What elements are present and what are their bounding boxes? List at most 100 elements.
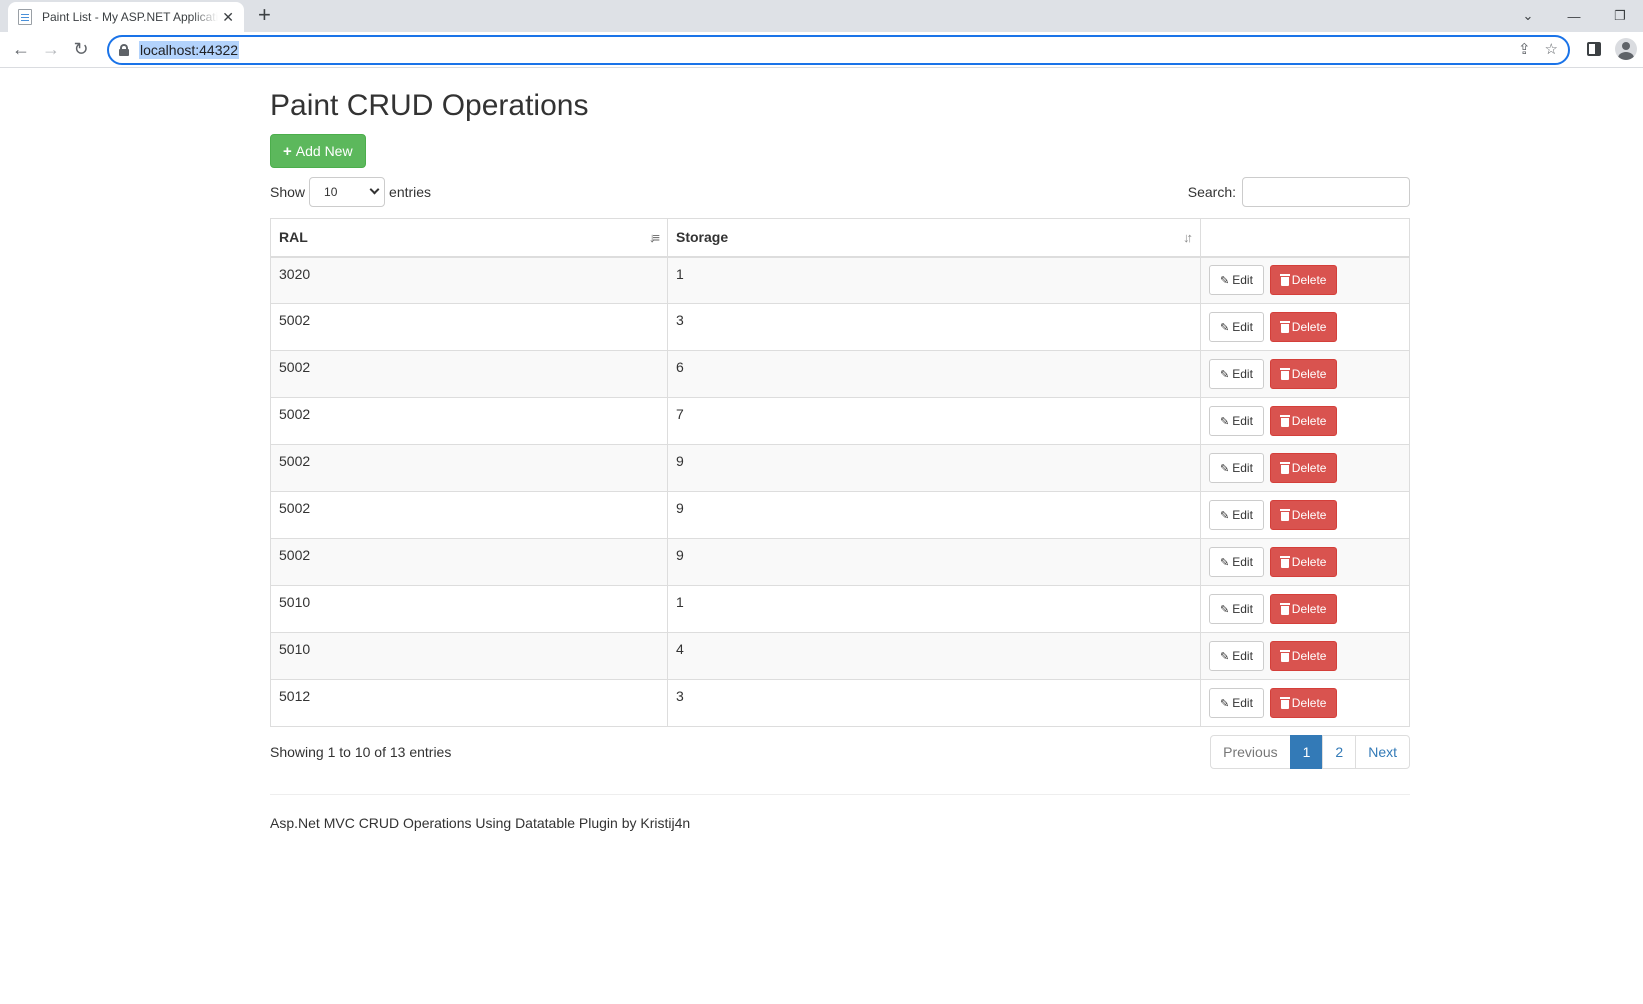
delete-button[interactable]: Delete: [1269, 453, 1338, 483]
delete-label: Delete: [1291, 508, 1327, 522]
cell-storage: 9: [667, 491, 1201, 539]
add-new-button[interactable]: + Add New: [270, 134, 366, 168]
pencil-icon: ✎: [1220, 556, 1230, 569]
delete-label: Delete: [1291, 602, 1327, 616]
cell-actions: ✎ Edit Delete: [1200, 538, 1410, 586]
sort-icon: ↓↑: [1183, 230, 1193, 245]
column-header-label: Storage: [676, 229, 729, 246]
delete-button[interactable]: Delete: [1269, 359, 1338, 389]
pencil-icon: ✎: [1220, 274, 1230, 287]
delete-button[interactable]: Delete: [1269, 312, 1338, 342]
table-header-row: RAL ↓≡ Storage ↓↑: [270, 218, 1410, 258]
chevron-down-icon: [369, 184, 380, 195]
cell-actions: ✎ Edit Delete: [1200, 397, 1410, 445]
edit-button[interactable]: ✎ Edit: [1209, 265, 1264, 296]
browser-tabstrip: Paint List - My ASP.NET Application ✕ + …: [0, 0, 1643, 32]
delete-button[interactable]: Delete: [1269, 500, 1338, 530]
edit-button[interactable]: ✎ Edit: [1209, 359, 1264, 389]
edit-button[interactable]: ✎ Edit: [1209, 406, 1264, 436]
delete-button[interactable]: Delete: [1269, 265, 1338, 296]
column-header-label: RAL: [279, 229, 308, 246]
delete-label: Delete: [1291, 320, 1327, 334]
cell-storage: 1: [667, 256, 1201, 304]
edit-button[interactable]: ✎ Edit: [1209, 641, 1264, 671]
delete-button[interactable]: Delete: [1269, 594, 1338, 624]
cell-actions: ✎ Edit Delete: [1200, 303, 1410, 351]
url-text[interactable]: localhost:44322: [139, 41, 240, 59]
search-input[interactable]: [1242, 177, 1410, 207]
trash-icon: [1279, 367, 1290, 380]
edit-label: Edit: [1232, 320, 1253, 334]
pencil-icon: ✎: [1220, 368, 1230, 381]
table-row: 5012 3 ✎ Edit Delete: [270, 679, 1410, 727]
restore-icon[interactable]: ❐: [1597, 0, 1643, 32]
edit-label: Edit: [1232, 649, 1253, 663]
page-footer: Asp.Net MVC CRUD Operations Using Datata…: [270, 815, 691, 831]
cell-storage: 1: [667, 585, 1201, 633]
cell-ral: 5002: [270, 538, 668, 586]
page-container: Paint CRUD Operations + Add New Show 10 …: [270, 88, 1410, 831]
edit-label: Edit: [1232, 602, 1253, 616]
cell-actions: ✎ Edit Delete: [1200, 256, 1410, 304]
delete-label: Delete: [1291, 555, 1327, 569]
delete-button[interactable]: Delete: [1269, 547, 1338, 577]
pagination: Previous 1 2 Next: [1210, 735, 1410, 769]
delete-label: Delete: [1291, 273, 1327, 288]
share-icon[interactable]: ⇪: [1518, 40, 1531, 58]
cell-actions: ✎ Edit Delete: [1200, 632, 1410, 680]
delete-button[interactable]: Delete: [1269, 688, 1338, 718]
new-tab-icon[interactable]: +: [258, 4, 271, 26]
browser-tab[interactable]: Paint List - My ASP.NET Application ✕: [8, 2, 244, 32]
close-tab-icon[interactable]: ✕: [222, 10, 234, 24]
page-length-select[interactable]: 10: [309, 177, 386, 207]
cell-actions: ✎ Edit Delete: [1200, 491, 1410, 539]
next-button[interactable]: Next: [1355, 735, 1410, 769]
tab-title: Paint List - My ASP.NET Application: [42, 10, 218, 24]
trash-icon: [1279, 414, 1290, 427]
browser-toolbar: ← → ↻ localhost:44322 ⇪ ☆: [0, 32, 1643, 68]
edit-button[interactable]: ✎ Edit: [1209, 312, 1264, 342]
table-row: 3020 1 ✎ Edit Delete: [270, 256, 1410, 304]
column-header-ral[interactable]: RAL ↓≡: [270, 218, 668, 258]
cell-actions: ✎ Edit Delete: [1200, 444, 1410, 492]
edit-button[interactable]: ✎ Edit: [1209, 688, 1264, 718]
page-button-1[interactable]: 1: [1289, 735, 1324, 769]
delete-button[interactable]: Delete: [1269, 406, 1338, 436]
page-button-2[interactable]: 2: [1322, 735, 1357, 769]
trash-icon: [1279, 461, 1290, 474]
edit-label: Edit: [1232, 555, 1253, 569]
trash-icon: [1279, 602, 1290, 615]
side-panel-icon[interactable]: [1587, 42, 1601, 56]
bookmark-star-icon[interactable]: ☆: [1545, 40, 1558, 58]
search-control: Search:: [1188, 177, 1410, 207]
datatable-controls: Show 10 entries Search:: [270, 176, 1410, 208]
tab-search-chevron-icon[interactable]: ⌄: [1505, 0, 1551, 32]
cell-storage: 4: [667, 632, 1201, 680]
edit-button[interactable]: ✎ Edit: [1209, 500, 1264, 530]
reload-icon[interactable]: ↻: [66, 35, 96, 65]
forward-icon[interactable]: →: [36, 35, 66, 65]
lock-icon[interactable]: [119, 44, 129, 56]
trash-icon: [1279, 320, 1290, 333]
cell-storage: 3: [667, 679, 1201, 727]
plus-icon: +: [283, 142, 292, 160]
edit-button[interactable]: ✎ Edit: [1209, 453, 1264, 483]
cell-storage: 9: [667, 538, 1201, 586]
previous-button[interactable]: Previous: [1210, 735, 1291, 769]
back-icon[interactable]: ←: [6, 35, 36, 65]
profile-avatar-icon[interactable]: [1615, 38, 1637, 60]
column-header-storage[interactable]: Storage ↓↑: [667, 218, 1201, 258]
entries-label: entries: [389, 184, 432, 200]
edit-button[interactable]: ✎ Edit: [1209, 594, 1264, 624]
edit-button[interactable]: ✎ Edit: [1209, 547, 1264, 577]
minimize-icon[interactable]: —: [1551, 0, 1597, 32]
address-bar[interactable]: localhost:44322 ⇪ ☆: [107, 35, 1570, 65]
datatable-footer: Showing 1 to 10 of 13 entries Previous 1…: [270, 735, 1410, 769]
add-new-label: Add New: [295, 143, 353, 159]
footer-divider: [270, 794, 1410, 795]
pencil-icon: ✎: [1220, 650, 1230, 663]
delete-button[interactable]: Delete: [1269, 641, 1338, 671]
page-length-control: Show 10 entries: [270, 177, 431, 207]
cell-ral: 3020: [270, 256, 668, 304]
delete-label: Delete: [1291, 414, 1327, 428]
